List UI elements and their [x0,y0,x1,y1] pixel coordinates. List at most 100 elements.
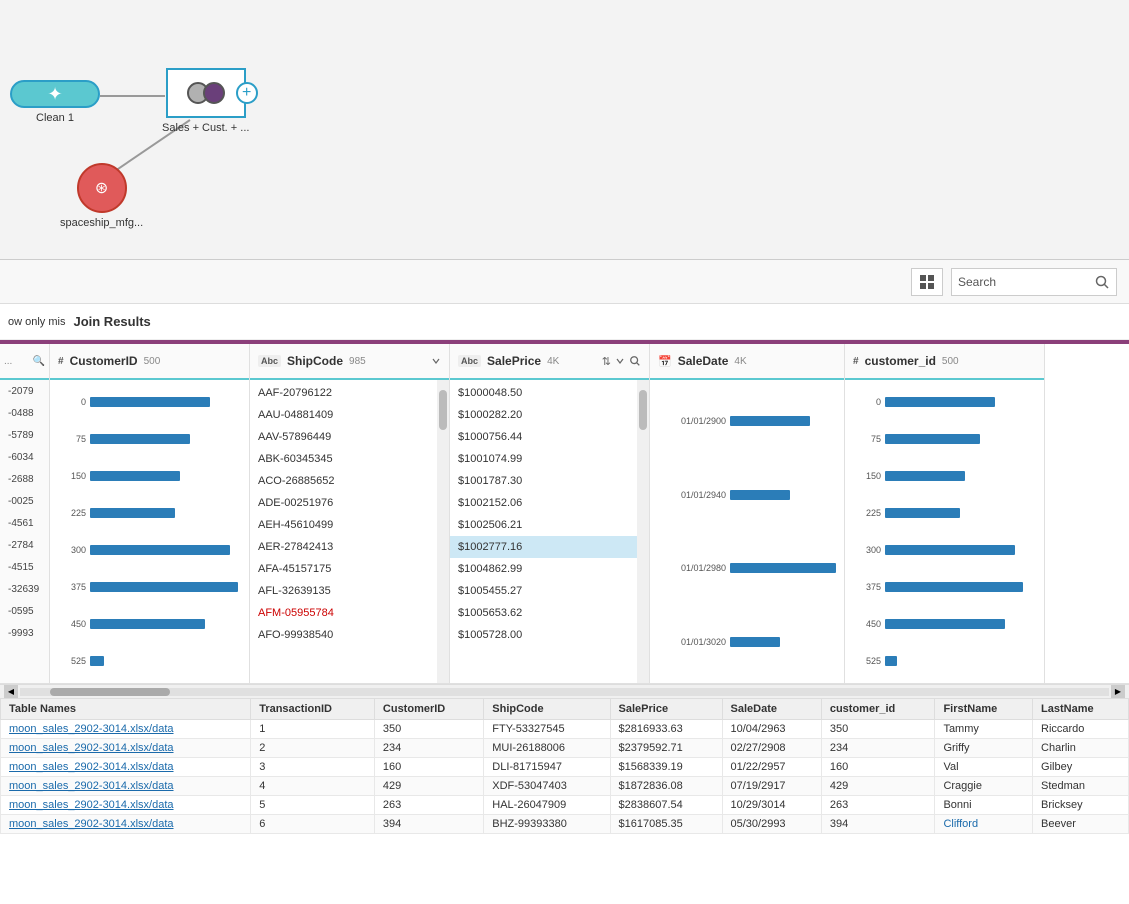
cell-customer-id: 263 [821,796,935,815]
bar-row: 75 [58,430,241,448]
cell-lastname: Beever [1033,815,1129,834]
col-name-saleprice: SalePrice [487,354,541,368]
node-db[interactable]: ⊛ spaceship_mfg... [60,163,143,229]
table-row: moon_sales_2902-3014.xlsx/data 4 429 XDF… [1,777,1129,796]
search-box[interactable] [951,268,1117,296]
cell-lastname: Stedman [1033,777,1129,796]
bar-fill [885,397,995,407]
list-item: AAF-20796122 [250,382,437,404]
bar-row: 450 [853,615,1036,633]
chevron-down-icon2 [615,356,625,366]
bar-fill [90,397,210,407]
cell-shipcode: DLI-81715947 [484,758,610,777]
col-count-shipcode: 985 [349,356,366,367]
cell-shipcode: FTY-53327545 [484,720,610,739]
cell-custid: 350 [374,720,483,739]
cell-txid: 1 [251,720,375,739]
horizontal-scrollbar[interactable]: ◀ ▶ [0,684,1129,698]
list-item: $1001074.99 [450,448,637,470]
list-item: -0595 [0,600,49,622]
panel-top: ow only mis Join Results [0,304,1129,340]
node-clean1-label: Clean 1 [36,112,74,124]
col-header-saledate: 📅 SaleDate 4K [650,344,844,380]
search-input[interactable] [952,275,1088,289]
cell-saledate: 10/04/2963 [722,720,821,739]
bar-row: 300 [58,541,241,559]
filter-icon[interactable]: ⇅ [602,355,611,368]
customer-id-bar-chart: 0 75 150 225 300 375 450 525 [845,380,1044,683]
list-item: AFL-32639135 [250,580,437,602]
col-header-lastname: LastName [1033,699,1129,720]
list-item: ABK-60345345 [250,448,437,470]
bar-row: 75 [853,430,1036,448]
list-item: AFO-99938540 [250,624,437,646]
search-icon [1095,275,1109,289]
bar-fill [885,508,960,518]
cell-shipcode: XDF-53047403 [484,777,610,796]
bar-row: 150 [853,467,1036,485]
col-header-saledate: SaleDate [722,699,821,720]
list-item: -0025 [0,490,49,512]
bar-row: 0 [58,393,241,411]
first-col-type: ... [4,356,12,367]
cell-table-names[interactable]: moon_sales_2902-3014.xlsx/data [1,720,251,739]
cell-saledate: 05/30/2993 [722,815,821,834]
list-item: $1002506.21 [450,514,637,536]
search-icon2[interactable] [629,355,641,367]
node-clean1-box[interactable]: ✦ [10,80,100,108]
search-button[interactable] [1088,269,1116,295]
list-item: -32639 [0,578,49,600]
canvas-area: ✦ Clean 1 + Sales + Cust. + ... ⊛ spaces… [0,0,1129,260]
col-count-customerid: 500 [144,356,161,367]
bar-row: 525 [58,652,241,670]
first-col-search: 🔍 [33,356,45,367]
col-viz-shipcode: Abc ShipCode 985 AAF-20796122 AAU-048814… [250,344,450,683]
chevron-down-icon [431,356,441,366]
toolbar [0,260,1129,304]
col-header-customerid: CustomerID [374,699,483,720]
saleprice-scrollbar[interactable] [637,380,649,683]
cell-txid: 2 [251,739,375,758]
cell-lastname: Riccardo [1033,720,1129,739]
add-button[interactable]: + [236,82,258,104]
bar-fill [730,416,810,426]
bar-fill [90,434,190,444]
cell-table-names[interactable]: moon_sales_2902-3014.xlsx/data [1,758,251,777]
cell-txid: 3 [251,758,375,777]
table-row: moon_sales_2902-3014.xlsx/data 6 394 BHZ… [1,815,1129,834]
bar-fill [885,434,980,444]
node-join-box[interactable]: + [166,68,246,118]
list-item: AFM-05955784 [250,602,437,624]
cell-saledate: 10/29/3014 [722,796,821,815]
grid-view-button[interactable] [911,268,943,296]
bar-fill [730,637,780,647]
cell-txid: 6 [251,815,375,834]
list-item: -2784 [0,534,49,556]
scroll-left-button[interactable]: ◀ [4,685,18,699]
cell-customer-id: 160 [821,758,935,777]
bar-fill [90,619,205,629]
table-row: moon_sales_2902-3014.xlsx/data 5 263 HAL… [1,796,1129,815]
bar-row: 01/01/2940 [658,486,836,504]
cell-table-names[interactable]: moon_sales_2902-3014.xlsx/data [1,739,251,758]
shipcode-scrollbar[interactable] [437,380,449,683]
cell-firstname: Clifford [935,815,1033,834]
bar-fill [90,656,104,666]
node-clean1[interactable]: ✦ Clean 1 [10,80,100,124]
cell-table-names[interactable]: moon_sales_2902-3014.xlsx/data [1,777,251,796]
cell-firstname: Val [935,758,1033,777]
col-header-shipcode: Abc ShipCode 985 [250,344,449,380]
col-header-table-names: Table Names [1,699,251,720]
cell-table-names[interactable]: moon_sales_2902-3014.xlsx/data [1,796,251,815]
scroll-right-button[interactable]: ▶ [1111,685,1125,699]
node-db-box[interactable]: ⊛ [77,163,127,213]
col-header-saleprice: SalePrice [610,699,722,720]
cell-table-names[interactable]: moon_sales_2902-3014.xlsx/data [1,815,251,834]
show-only-label: ow only mis [8,316,65,328]
col-header-saleprice: Abc SalePrice 4K ⇅ [450,344,649,380]
table-header-row: Table Names TransactionID CustomerID Shi… [1,699,1129,720]
bar-row: 525 [853,652,1036,670]
cell-saleprice: $2379592.71 [610,739,722,758]
node-join[interactable]: + Sales + Cust. + ... [162,68,249,134]
node-db-label: spaceship_mfg... [60,217,143,229]
